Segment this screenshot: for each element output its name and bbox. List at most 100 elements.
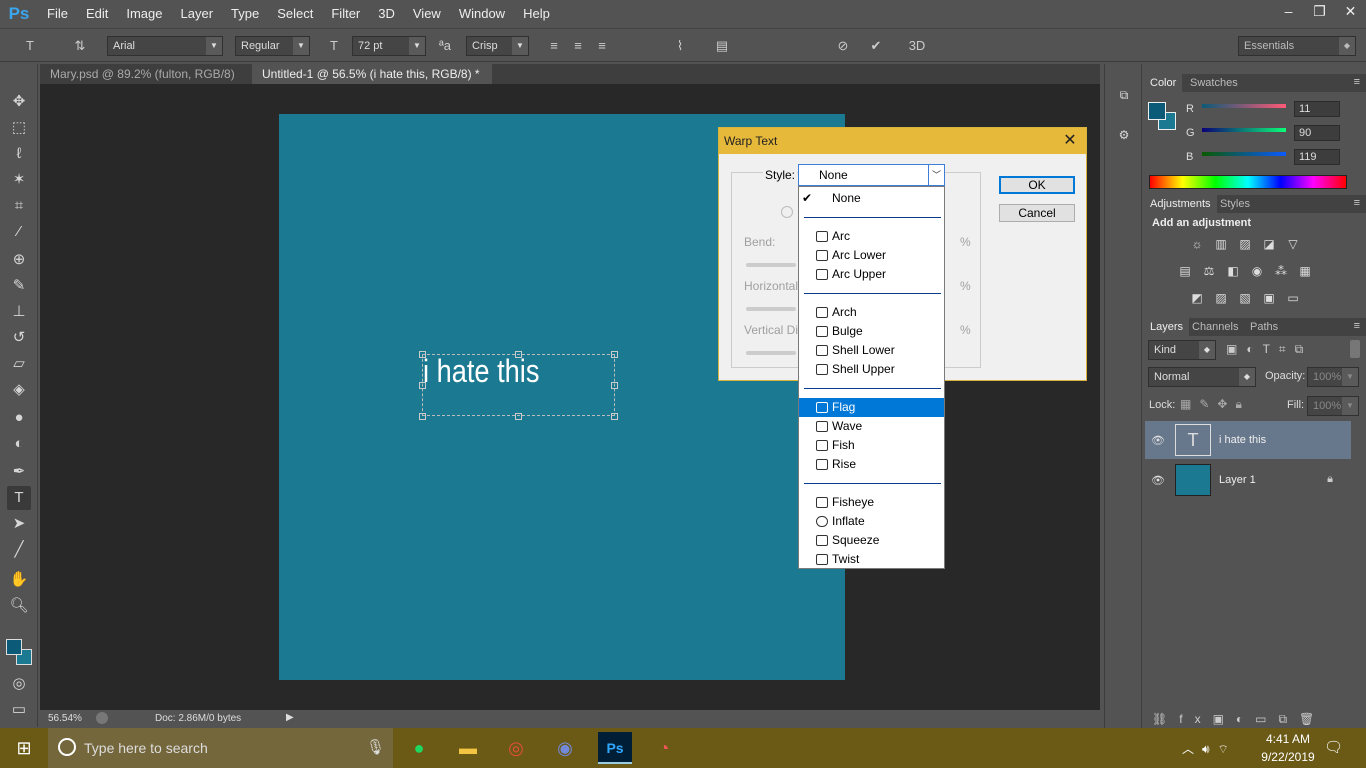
style-option-flag[interactable]: Flag [799, 398, 944, 417]
workspace-select[interactable]: Essentials ◆ [1238, 36, 1356, 56]
channel-mixer-icon[interactable]: ⁂ [1273, 264, 1289, 278]
style-option-inflate[interactable]: Inflate [799, 512, 944, 531]
align-right-icon[interactable]: ≡ [592, 36, 612, 56]
spotify-icon[interactable]: ● [403, 732, 435, 764]
tab-styles[interactable]: Styles [1214, 195, 1256, 213]
antialias-select[interactable]: Crisp ▼ [466, 36, 529, 56]
photoshop-taskbar-icon[interactable]: Ps [598, 732, 632, 764]
history-brush-tool-icon[interactable]: ↺ [7, 326, 31, 350]
black-white-icon[interactable]: ◧ [1225, 264, 1241, 278]
type-tool-icon[interactable]: T [7, 486, 31, 510]
tab-swatches[interactable]: Swatches [1184, 74, 1244, 92]
style-option-shell-upper[interactable]: Shell Upper [799, 360, 944, 379]
g-slider[interactable] [1202, 128, 1286, 132]
layers-footer-icons[interactable]: ⛓fx▣◐▭⧉🗑︎ [1152, 712, 1352, 727]
notifications-icon[interactable]: 🗨︎ [1324, 738, 1343, 756]
status-info-icon[interactable] [96, 712, 108, 724]
visibility-eye-icon[interactable]: 👁︎ [1151, 474, 1165, 487]
tab-color[interactable]: Color [1144, 74, 1183, 92]
font-style-select[interactable]: Regular ▼ [235, 36, 310, 56]
cancel-edit-icon[interactable]: ⊘ [833, 36, 853, 56]
app-icon[interactable]: ◔ [648, 732, 680, 764]
close-button[interactable]: ✕ [1335, 0, 1366, 22]
style-option-wave[interactable]: Wave [799, 417, 944, 436]
panel-menu-icon[interactable]: ≡ [1354, 197, 1360, 209]
menu-filter[interactable]: Filter [322, 0, 369, 28]
panel-menu-icon[interactable]: ≡ [1354, 320, 1360, 332]
tab-paths[interactable]: Paths [1244, 318, 1284, 336]
threshold-icon[interactable]: ▧ [1237, 291, 1253, 305]
photo-filter-icon[interactable]: ◉ [1249, 264, 1265, 278]
tab-layers[interactable]: Layers [1144, 318, 1190, 336]
vibrance-icon[interactable]: ▽ [1285, 237, 1301, 251]
brightness-icon[interactable]: ☼ [1189, 237, 1205, 251]
cancel-button[interactable]: Cancel [999, 204, 1075, 222]
tab-adjustments[interactable]: Adjustments [1144, 195, 1217, 213]
menu-help[interactable]: Help [514, 0, 559, 28]
file-explorer-icon[interactable]: ▬ [452, 732, 484, 764]
font-family-select[interactable]: Arial ▼ [107, 36, 223, 56]
tab-channels[interactable]: Channels [1186, 318, 1244, 336]
layer-name[interactable]: Layer 1 [1219, 474, 1256, 486]
zoom-level[interactable]: 56.54% [48, 713, 82, 724]
menu-image[interactable]: Image [117, 0, 171, 28]
line-tool-icon[interactable]: ╱ [7, 538, 31, 562]
fill-field[interactable]: 100% ▼ [1307, 396, 1359, 416]
menu-edit[interactable]: Edit [77, 0, 117, 28]
blur-tool-icon[interactable]: ● [7, 406, 31, 430]
filter-toggle[interactable] [1350, 340, 1360, 358]
minimize-button[interactable]: – [1273, 0, 1304, 22]
status-menu-arrow-icon[interactable]: ▶ [286, 712, 294, 723]
microphone-icon[interactable]: 🎙︎ [366, 738, 385, 756]
path-selection-tool-icon[interactable]: ➤ [7, 512, 31, 536]
transform-handle[interactable] [611, 351, 618, 358]
style-option-twist[interactable]: Twist [799, 550, 944, 569]
brush-tool-icon[interactable]: ✎ [7, 274, 31, 298]
properties-panel-icon[interactable]: ⚙ [1115, 128, 1133, 146]
transform-handle[interactable] [515, 351, 522, 358]
gradient-map-icon[interactable]: ▭ [1285, 291, 1301, 305]
menu-window[interactable]: Window [450, 0, 514, 28]
r-value-field[interactable]: 11 [1294, 101, 1340, 117]
system-tray-icons[interactable]: ︿🔊︎⌔ [1182, 740, 1237, 757]
windows-start-icon[interactable]: ⊞ [8, 732, 40, 764]
taskbar-time[interactable]: 4:41 AM [1258, 732, 1318, 746]
style-option-squeeze[interactable]: Squeeze [799, 531, 944, 550]
magic-wand-tool-icon[interactable]: ✶ [7, 168, 31, 192]
exposure-icon[interactable]: ◪ [1261, 237, 1277, 251]
taskbar-date[interactable]: 9/22/2019 [1250, 750, 1326, 764]
opacity-field[interactable]: 100% ▼ [1307, 367, 1359, 387]
hue-saturation-icon[interactable]: ▤ [1177, 264, 1193, 278]
foreground-color-swatch[interactable] [6, 639, 22, 655]
pen-tool-icon[interactable]: ✒ [7, 460, 31, 484]
align-center-icon[interactable]: ≡ [568, 36, 588, 56]
transform-handle[interactable] [419, 413, 426, 420]
vertical-slider[interactable] [746, 351, 796, 355]
layer-filter-icons[interactable]: ▣◐T⌗⧉ [1226, 342, 1346, 357]
style-option-rise[interactable]: Rise [799, 455, 944, 474]
eyedropper-tool-icon[interactable]: ⁄ [7, 220, 31, 244]
horizontal-slider[interactable] [746, 307, 796, 311]
layer-kind-filter[interactable]: Kind ◆ [1148, 340, 1216, 360]
menu-3d[interactable]: 3D [369, 0, 404, 28]
bend-slider[interactable] [746, 263, 796, 267]
commit-edit-icon[interactable]: ✔ [866, 36, 886, 56]
screen-mode-icon[interactable]: ▭ [7, 698, 31, 722]
tab-untitled[interactable]: Untitled-1 @ 56.5% (i hate this, RGB/8) … [252, 64, 492, 101]
style-option-shell-lower[interactable]: Shell Lower [799, 341, 944, 360]
style-option-arc[interactable]: Arc [799, 227, 944, 246]
style-option-none[interactable]: ✔ None [799, 189, 944, 208]
healing-brush-tool-icon[interactable]: ⊕ [7, 248, 31, 272]
font-size-select[interactable]: 72 pt ▼ [352, 36, 426, 56]
color-spectrum[interactable] [1149, 175, 1347, 189]
move-tool-icon[interactable]: ✥ [7, 90, 31, 114]
lock-icons[interactable]: ▦✎✥🔒︎ [1180, 397, 1270, 412]
style-option-fisheye[interactable]: Fisheye [799, 493, 944, 512]
warp-text-icon[interactable]: ⌇ [670, 36, 690, 56]
menu-view[interactable]: View [404, 0, 450, 28]
dialog-close-icon[interactable]: ✕ [1060, 131, 1080, 151]
align-left-icon[interactable]: ≡ [544, 36, 564, 56]
style-option-fish[interactable]: Fish [799, 436, 944, 455]
posterize-icon[interactable]: ▨ [1213, 291, 1229, 305]
character-panel-icon[interactable]: ▤ [712, 36, 732, 56]
